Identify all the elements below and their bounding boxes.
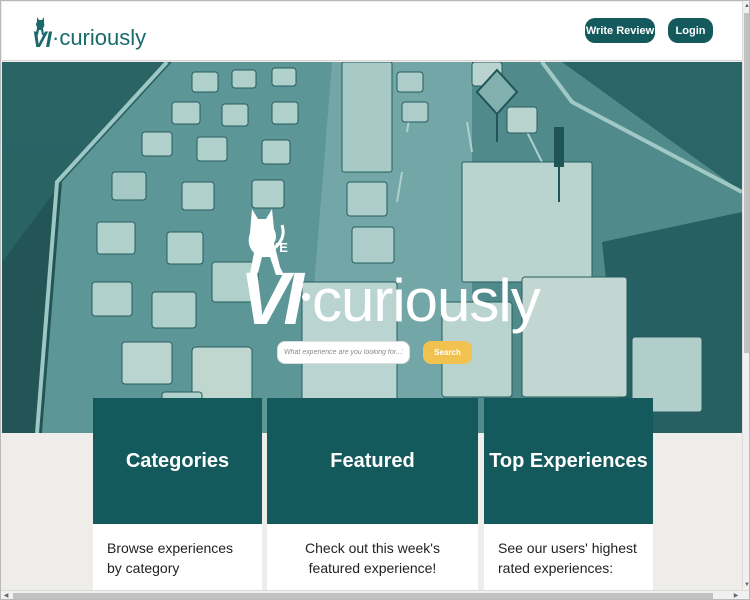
hero-logo: LIVE VI curiously [240,207,541,357]
hero-dot [302,293,310,301]
search-button[interactable]: Search [423,341,472,364]
scroll-up-arrow-icon[interactable]: ▲ [743,1,749,11]
hero-live-label: LIVE [256,240,289,255]
card-title: Top Experiences [489,449,648,472]
card-description: Check out this week's featured experienc… [305,540,440,576]
card-description: Browse experiences by category [107,540,234,576]
card-header: Featured [267,398,478,524]
featured-card[interactable]: Featured Check out this week's featured … [267,398,478,599]
login-button[interactable]: Login [668,18,713,43]
hero-banner: LIVE VI curiously Search [2,62,742,433]
logo-mark: VI [32,15,52,53]
card-header: Categories [93,398,262,524]
top-experiences-card[interactable]: Top Experiences See our users' highest r… [484,398,653,599]
horizontal-scrollbar[interactable]: ◀ ▶ [1,590,749,599]
hero-vi: VI [240,257,304,340]
vertical-scroll-thumb[interactable] [744,13,749,353]
site-header: VI ·curiously Write Review Login [2,2,742,61]
horizontal-scroll-thumb[interactable] [13,593,713,599]
card-title: Categories [125,449,230,472]
scroll-down-arrow-icon[interactable]: ▼ [743,580,749,590]
card-description: See our users' highest rated experiences… [498,540,637,576]
card-title: Featured [330,449,415,472]
site-logo[interactable]: VI ·curiously [32,9,146,53]
logo-wordmark: ·curiously [52,25,147,50]
hero-wordmark: curiously [312,267,541,334]
page: VI ·curiously Write Review Login LIVE VI… [0,0,750,600]
scroll-right-arrow-icon[interactable]: ▶ [731,591,741,599]
logo-vi: VI [32,27,52,52]
categories-card[interactable]: Categories Browse experiences by categor… [93,398,262,599]
search-input[interactable] [277,341,410,364]
scroll-left-arrow-icon[interactable]: ◀ [1,591,11,599]
card-header: Top Experiences [484,398,653,524]
vertical-scrollbar[interactable]: ▲ ▼ [742,1,749,590]
write-review-button[interactable]: Write Review [585,18,655,43]
